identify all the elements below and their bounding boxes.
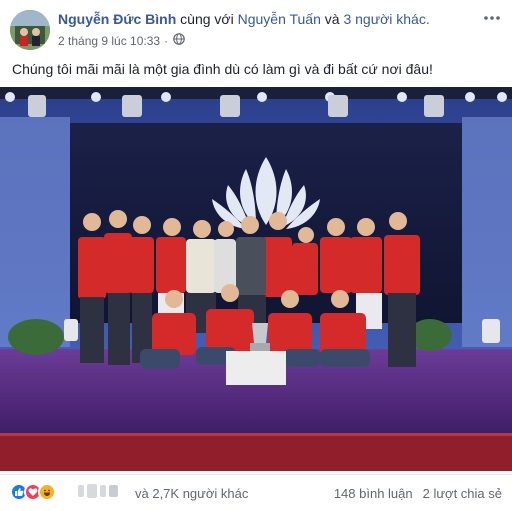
more-options-button[interactable]	[482, 10, 502, 26]
author-name[interactable]: Nguyễn Đức Bình	[58, 11, 176, 27]
shares-count[interactable]: 2 lượt chia sẻ	[423, 486, 502, 501]
post-caption: Chúng tôi mãi mãi là một gia đình dù có …	[12, 61, 433, 77]
post-timestamp[interactable]: 2 tháng 9 lúc 10:33	[58, 34, 160, 48]
and-text: và	[324, 11, 340, 27]
author-avatar[interactable]	[10, 10, 50, 50]
post-photo[interactable]	[0, 87, 512, 471]
tagged-others[interactable]: 3 người khác.	[343, 11, 429, 27]
engagement-stats: 148 bình luận 2 lượt chia sẻ	[334, 486, 502, 501]
post-footer: và 2,7K người khác 148 bình luận 2 lượt …	[0, 474, 512, 511]
with-text: cùng với	[180, 11, 234, 27]
more-dots-icon	[484, 16, 500, 20]
haha-icon	[38, 483, 56, 501]
tagged-friend[interactable]: Nguyễn Tuấn	[238, 11, 321, 27]
comments-count[interactable]: 148 bình luận	[334, 486, 413, 501]
globe-icon[interactable]	[173, 33, 185, 48]
post-meta: 2 tháng 9 lúc 10:33 ·	[58, 33, 185, 48]
meta-separator: ·	[164, 33, 169, 48]
facebook-post: Nguyễn Đức Bình cùng với Nguyễn Tuấn và …	[0, 0, 512, 511]
post-title-line: Nguyễn Đức Bình cùng với Nguyễn Tuấn và …	[58, 11, 430, 27]
reaction-friend-names[interactable]	[78, 483, 118, 499]
post-header: Nguyễn Đức Bình cùng với Nguyễn Tuấn và …	[0, 0, 512, 54]
reaction-icons[interactable]	[10, 483, 56, 501]
reaction-summary[interactable]: và 2,7K người khác	[135, 486, 248, 501]
